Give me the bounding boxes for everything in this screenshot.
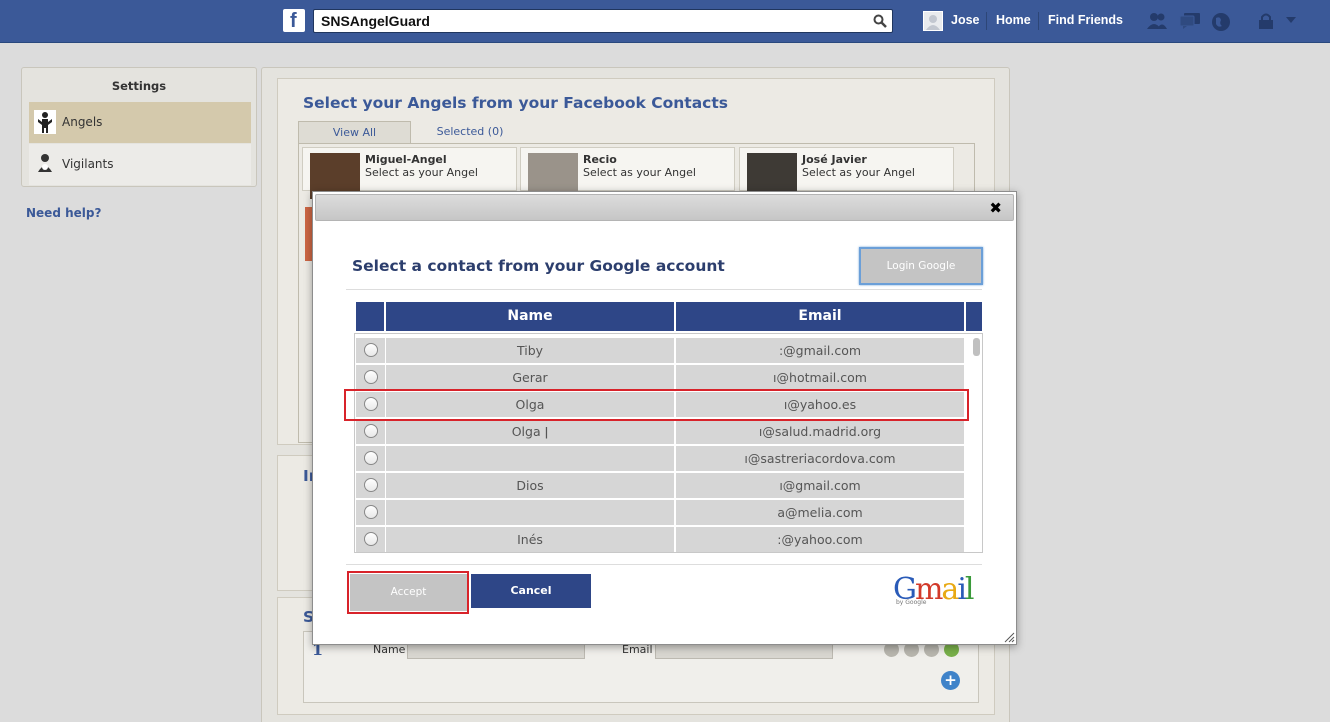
contact-name: Recio [583, 153, 617, 166]
close-icon[interactable]: ✖ [989, 199, 1002, 217]
sidebar-item-angels[interactable]: Angels [29, 102, 251, 143]
contact-email-cell: :@gmail.com [676, 338, 964, 363]
contact-name-cell: Tiby [386, 338, 674, 363]
divider [346, 289, 982, 290]
settings-panel: Settings Angels Vigilants [21, 67, 257, 187]
account-menu-chevron-down-icon[interactable] [1285, 16, 1297, 24]
contact-email-cell: a@melia.com [676, 500, 964, 525]
messages-icon[interactable] [1179, 12, 1201, 30]
user-name-link[interactable]: Jose [951, 13, 980, 27]
facebook-logo-icon[interactable]: f [283, 9, 305, 32]
select-radio[interactable] [364, 532, 378, 546]
select-radio[interactable] [364, 424, 378, 438]
search-icon[interactable] [873, 14, 887, 28]
contacts-table[interactable]: Tiby :@gmail.com Gerar ı@hotmail.com Olg… [354, 333, 983, 553]
select-as-angel-link[interactable]: Select as your Angel [583, 166, 696, 179]
contact-email-cell: :@yahoo.com [676, 527, 964, 552]
selected-row-highlight [344, 389, 969, 421]
nav-divider [986, 12, 987, 30]
section-title: Select your Angels from your Facebook Co… [303, 94, 728, 112]
contact-email-cell: ı@sastreriacordova.com [676, 446, 964, 471]
table-scrollbar[interactable] [973, 338, 980, 356]
table-row[interactable]: Inés :@yahoo.com [355, 526, 966, 552]
contact-name: Miguel-Angel [365, 153, 447, 166]
contact-card[interactable]: Miguel-Angel Select as your Angel [302, 147, 517, 199]
table-row[interactable]: ı@sastreriacordova.com [355, 445, 966, 472]
contact-name-cell: Inés [386, 527, 674, 552]
select-radio[interactable] [364, 451, 378, 465]
vigilant-icon [38, 154, 52, 172]
tab-selected[interactable]: Selected (0) [420, 121, 520, 143]
user-avatar[interactable] [923, 11, 943, 31]
contact-name-cell: Gerar [386, 365, 674, 390]
table-row[interactable]: Olga ǀ ı@salud.madrid.org [355, 418, 966, 445]
table-row[interactable]: Gerar ı@hotmail.com [355, 364, 966, 391]
table-header-name: Name [386, 302, 674, 331]
settings-title: Settings [111, 79, 167, 93]
contact-name-cell: Dios [386, 473, 674, 498]
friend-requests-icon[interactable] [1146, 12, 1168, 30]
select-radio[interactable] [364, 505, 378, 519]
top-bar: f SNSAngelGuard Jose Home Find Friends [0, 0, 1330, 43]
contact-email-cell: ı@hotmail.com [676, 365, 964, 390]
table-row[interactable]: Tiby :@gmail.com [355, 337, 966, 364]
table-row[interactable]: Dios ı@gmail.com [355, 472, 966, 499]
select-radio[interactable] [364, 370, 378, 384]
find-friends-link[interactable]: Find Friends [1048, 13, 1123, 27]
table-header-select [356, 302, 384, 331]
divider [346, 564, 982, 565]
select-radio[interactable] [364, 478, 378, 492]
table-row[interactable]: a@melia.com [355, 499, 966, 526]
select-as-angel-link[interactable]: Select as your Angel [802, 166, 915, 179]
nav-divider [1038, 12, 1039, 30]
sidebar-item-label: Angels [62, 115, 103, 129]
contact-name-cell: Olga ǀ [386, 419, 674, 444]
home-link[interactable]: Home [996, 13, 1031, 27]
sidebar-item-label: Vigilants [62, 157, 114, 171]
add-row-plus-icon[interactable]: + [941, 671, 960, 690]
accept-button-highlight [347, 571, 469, 614]
dialog-title-bar[interactable]: ✖ [315, 194, 1014, 221]
contact-name: José Javier [802, 153, 867, 166]
select-as-angel-link[interactable]: Select as your Angel [365, 166, 478, 179]
dialog-title: Select a contact from your Google accoun… [352, 257, 725, 275]
cancel-button[interactable]: Cancel [471, 574, 591, 608]
resize-handle-icon[interactable] [1003, 631, 1015, 643]
contact-name-cell [386, 500, 674, 525]
contact-card[interactable]: José Javier Select as your Angel [739, 147, 954, 199]
table-header-scroll [966, 302, 982, 331]
need-help-link[interactable]: Need help? [26, 206, 101, 220]
privacy-lock-icon[interactable] [1257, 12, 1275, 30]
search-input[interactable]: SNSAngelGuard [313, 9, 893, 33]
angel-icon [34, 110, 56, 134]
table-header-email: Email [676, 302, 964, 331]
notifications-globe-icon[interactable] [1211, 12, 1231, 32]
contact-name-cell [386, 446, 674, 471]
gmail-byline: by Google [896, 599, 927, 606]
login-google-button[interactable]: Login Google [859, 247, 983, 285]
search-value: SNSAngelGuard [321, 13, 430, 29]
gmail-logo: Gmail by Google [893, 572, 974, 607]
tab-view-all[interactable]: View All [298, 121, 411, 143]
contact-email-cell: ı@salud.madrid.org [676, 419, 964, 444]
select-radio[interactable] [364, 343, 378, 357]
sidebar-item-vigilants[interactable]: Vigilants [29, 144, 251, 185]
contact-card[interactable]: Recio Select as your Angel [520, 147, 735, 199]
contact-email-cell: ı@gmail.com [676, 473, 964, 498]
